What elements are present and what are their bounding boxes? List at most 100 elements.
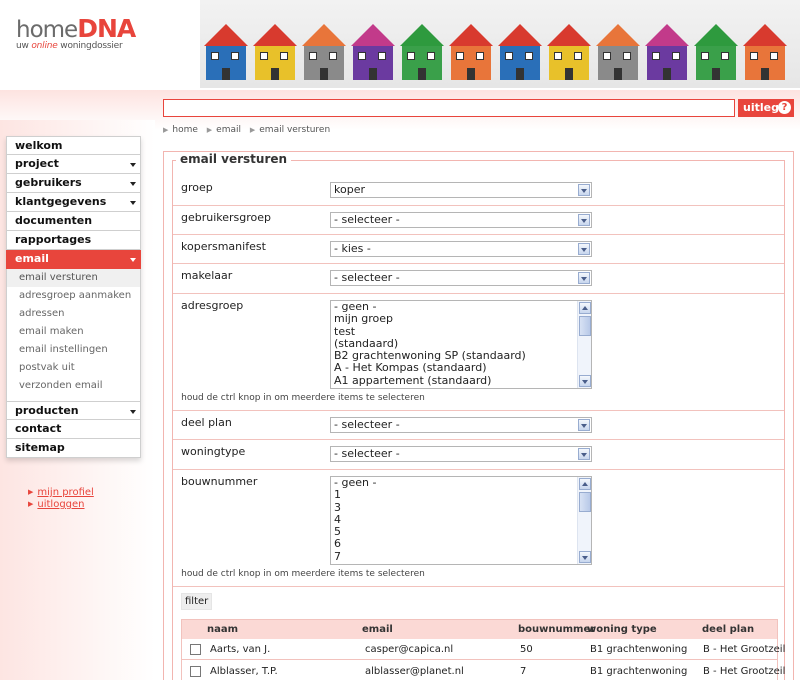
row-groep: groep koper bbox=[173, 176, 784, 206]
listbox-bouwnummer[interactable]: - geen - 1 3 4 5 6 7 bbox=[330, 476, 592, 565]
list-item[interactable]: mijn groep bbox=[331, 312, 591, 325]
row-checkbox[interactable] bbox=[190, 666, 201, 677]
cell-bouwnummer: 7 bbox=[520, 666, 527, 677]
label-woningtype: woningtype bbox=[181, 445, 246, 458]
list-item[interactable]: 6 bbox=[331, 538, 591, 551]
dropdown-arrow-icon bbox=[578, 272, 590, 284]
nav-item-welkom[interactable]: welkom bbox=[6, 136, 141, 155]
col-naam[interactable]: naam bbox=[207, 624, 238, 635]
user-links: ▶ mijn profiel ▶ uitloggen bbox=[28, 486, 94, 510]
arrow-right-icon: ▶ bbox=[28, 500, 34, 508]
label-gebruikersgroep: gebruikersgroep bbox=[181, 211, 272, 224]
label-adresgroep: adresgroep bbox=[181, 299, 244, 312]
hint-bouwnummer: houd de ctrl knop in om meerdere items t… bbox=[181, 569, 425, 579]
logo-home: home bbox=[16, 17, 78, 43]
subnav-email-instellingen[interactable]: email instellingen bbox=[6, 341, 141, 359]
homedna-logo[interactable]: homeDNA uw online woningdossier bbox=[16, 14, 156, 51]
cell-bouwnummer: 50 bbox=[520, 644, 533, 655]
caret-down-icon bbox=[130, 410, 136, 414]
dropdown-arrow-icon bbox=[578, 448, 590, 460]
breadcrumb-arrow-icon: ▶ bbox=[249, 126, 256, 134]
question-icon: ? bbox=[778, 101, 791, 114]
caret-down-icon bbox=[130, 182, 136, 186]
list-item[interactable]: 7 bbox=[331, 550, 591, 563]
scrollbar[interactable] bbox=[577, 477, 591, 564]
list-item[interactable]: 1 bbox=[331, 488, 591, 501]
house-illustration bbox=[302, 24, 346, 80]
subnav-verzonden-email[interactable]: verzonden email bbox=[6, 377, 141, 395]
link-mijn-profiel[interactable]: mijn profiel bbox=[37, 487, 93, 498]
list-item[interactable]: A - Het Kompas (standaard) bbox=[331, 362, 591, 375]
label-deel-plan: deel plan bbox=[181, 416, 232, 429]
dropdown-arrow-icon bbox=[578, 243, 590, 255]
cell-naam: Aarts, van J. bbox=[210, 644, 271, 655]
link-uitloggen[interactable]: uitloggen bbox=[37, 499, 84, 510]
list-item[interactable]: 5 bbox=[331, 525, 591, 538]
house-illustration bbox=[547, 24, 591, 80]
cell-deel-plan: B - Het Grootzeil bbox=[703, 666, 786, 677]
col-bouwnummer[interactable]: bouwnummer bbox=[518, 624, 595, 635]
list-item[interactable]: - geen - bbox=[331, 477, 591, 489]
list-item[interactable]: 3 bbox=[331, 501, 591, 514]
breadcrumb-email[interactable]: email bbox=[216, 125, 241, 135]
list-item[interactable]: 4 bbox=[331, 513, 591, 526]
breadcrumb-current: email versturen bbox=[259, 125, 331, 135]
nav-item-documenten[interactable]: documenten bbox=[6, 212, 141, 231]
select-kopersmanifest[interactable]: - kies - bbox=[330, 241, 592, 257]
houses-banner bbox=[200, 0, 800, 88]
logo-dna: DNA bbox=[77, 14, 136, 43]
nav-item-producten[interactable]: producten bbox=[6, 401, 141, 420]
scroll-up-icon bbox=[579, 302, 591, 314]
cell-woning-type: B1 grachtenwoning bbox=[590, 644, 688, 655]
list-item[interactable]: A1 appartement (standaard) bbox=[331, 374, 591, 387]
breadcrumb: ▶ home ▶ email ▶ email versturen bbox=[163, 125, 336, 135]
listbox-adresgroep[interactable]: - geen - mijn groep test (standaard) B2 … bbox=[330, 300, 592, 389]
scroll-up-icon bbox=[579, 478, 591, 490]
breadcrumb-arrow-icon: ▶ bbox=[163, 126, 169, 134]
house-illustration bbox=[400, 24, 444, 80]
scrollbar[interactable] bbox=[577, 301, 591, 388]
nav-item-rapportages[interactable]: rapportages bbox=[6, 231, 141, 250]
nav-item-sitemap[interactable]: sitemap bbox=[6, 439, 141, 458]
subnav-email-maken[interactable]: email maken bbox=[6, 323, 141, 341]
row-kopersmanifest: kopersmanifest - kies - bbox=[173, 235, 784, 264]
col-email[interactable]: email bbox=[362, 624, 393, 635]
caret-down-icon bbox=[130, 163, 136, 167]
search-input[interactable] bbox=[163, 99, 735, 117]
subnav-adresgroep-aanmaken[interactable]: adresgroep aanmaken bbox=[6, 287, 141, 305]
select-makelaar[interactable]: - selecteer - bbox=[330, 270, 592, 286]
arrow-right-icon: ▶ bbox=[28, 488, 34, 496]
row-checkbox[interactable] bbox=[190, 644, 201, 655]
label-makelaar: makelaar bbox=[181, 269, 233, 282]
nav-item-email[interactable]: email bbox=[6, 250, 141, 269]
subnav-adressen[interactable]: adressen bbox=[6, 305, 141, 323]
row-gebruikersgroep: gebruikersgroep - selecteer - bbox=[173, 206, 784, 235]
house-illustration bbox=[498, 24, 542, 80]
nav-item-project[interactable]: project bbox=[6, 155, 141, 174]
subnav-email-versturen[interactable]: email versturen bbox=[6, 269, 141, 287]
select-gebruikersgroep[interactable]: - selecteer - bbox=[330, 212, 592, 228]
dropdown-arrow-icon bbox=[578, 419, 590, 431]
scroll-thumb bbox=[579, 316, 591, 336]
nav-item-klantgegevens[interactable]: klantgegevens bbox=[6, 193, 141, 212]
nav-item-contact[interactable]: contact bbox=[6, 420, 141, 439]
select-groep[interactable]: koper bbox=[330, 182, 592, 198]
cell-deel-plan: B - Het Grootzeil bbox=[703, 644, 786, 655]
house-illustration bbox=[449, 24, 493, 80]
subnav-postvak-uit[interactable]: postvak uit bbox=[6, 359, 141, 377]
house-illustration bbox=[645, 24, 689, 80]
table-header bbox=[182, 620, 777, 639]
breadcrumb-home[interactable]: home bbox=[172, 125, 198, 135]
select-woningtype[interactable]: - selecteer - bbox=[330, 446, 592, 462]
filter-button[interactable]: filter bbox=[181, 593, 213, 610]
label-bouwnummer: bouwnummer bbox=[181, 475, 258, 488]
col-deel-plan[interactable]: deel plan bbox=[702, 624, 754, 635]
cell-email: casper@capica.nl bbox=[365, 644, 454, 655]
nav-item-gebruikers[interactable]: gebruikers bbox=[6, 174, 141, 193]
uitleg-button[interactable]: uitleg ? bbox=[738, 99, 794, 117]
uitleg-label: uitleg bbox=[743, 101, 779, 114]
select-deel-plan[interactable]: - selecteer - bbox=[330, 417, 592, 433]
header: homeDNA uw online woningdossier bbox=[0, 0, 800, 90]
cell-naam: Alblasser, T.P. bbox=[210, 666, 278, 677]
col-woning-type[interactable]: woning type bbox=[587, 624, 657, 635]
